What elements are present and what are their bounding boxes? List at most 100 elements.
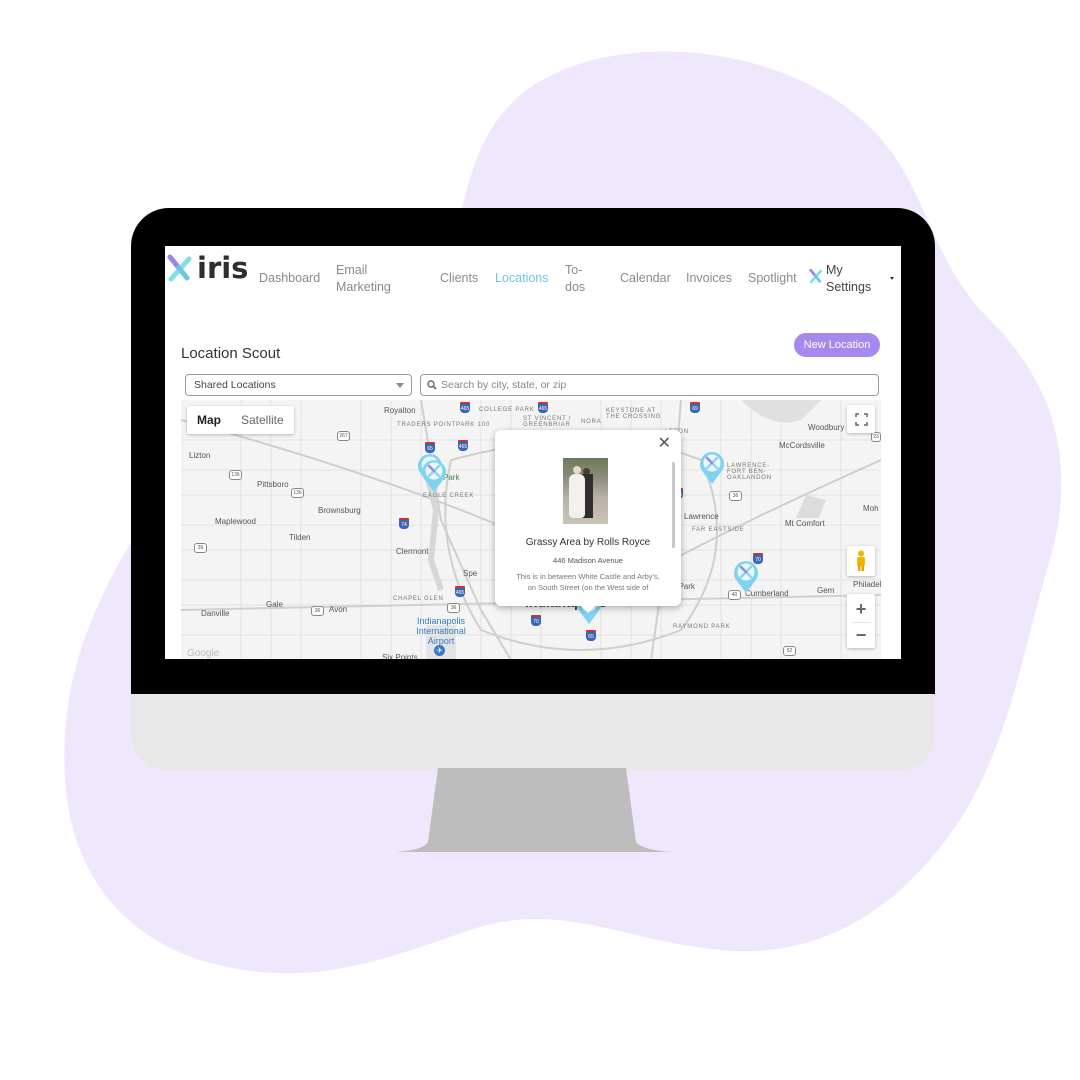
settings-avatar-icon <box>809 268 823 284</box>
map-label-philadelphia: Philadel <box>853 580 881 589</box>
brand-logo[interactable]: iris <box>167 251 248 285</box>
map-label-park-100: PARK 100 <box>456 422 490 428</box>
map-label-royalton: Royalton <box>384 406 416 415</box>
settings-dropdown-caret-icon[interactable] <box>890 277 894 280</box>
interstate-shield: 465 <box>458 440 468 451</box>
location-filter-select[interactable]: Shared Locations <box>185 374 412 396</box>
map-label-brownsburg: Brownsburg <box>318 506 361 515</box>
street-view-pegman[interactable] <box>847 546 875 576</box>
search-placeholder: Search by city, state, or zip <box>441 379 567 391</box>
us-route-shield: 36 <box>729 491 742 501</box>
us-route-shield: 52 <box>783 646 796 656</box>
nav-todos-line1: To- <box>565 263 583 277</box>
map-label-clermont: Clermont <box>396 547 429 556</box>
interstate-shield: 465 <box>538 402 548 413</box>
map-label-lawrence-fort: LAWRENCE-FORT BEN-OAKLANDON <box>727 463 772 481</box>
map-label-lizton: Lizton <box>189 451 211 460</box>
nav-email-marketing-line2: Marketing <box>336 280 391 294</box>
nav-todos[interactable]: To- dos <box>565 262 585 296</box>
location-pin[interactable] <box>697 450 727 486</box>
interstate-shield: 74 <box>399 518 409 529</box>
location-pin[interactable] <box>731 559 761 595</box>
map-label-pittsboro: Pittsboro <box>257 480 289 489</box>
monitor-chin <box>131 694 935 770</box>
map-canvas[interactable]: Royalton COLLEGE PARK TRADERS POINT PARK… <box>181 400 881 659</box>
nav-clients[interactable]: Clients <box>440 270 478 287</box>
pegman-icon <box>857 550 865 571</box>
fullscreen-button[interactable] <box>847 405 875 433</box>
location-address: 446 Madison Avenue <box>553 556 623 565</box>
nav-todos-line2: dos <box>565 280 586 294</box>
map-label-danville: Danville <box>201 609 230 618</box>
state-route-shield: 23 <box>871 432 881 442</box>
map-label-airport: Indianapolis International Airport <box>416 616 466 646</box>
map-label-gem: Gem <box>817 586 835 595</box>
nav-email-marketing-line1: Email <box>336 263 368 277</box>
nav-spotlight[interactable]: Spotlight <box>748 270 797 287</box>
us-route-shield: 136 <box>229 470 242 480</box>
app-screen: iris Dashboard Email Marketing Clients L… <box>165 246 901 659</box>
map-label-mccordsville: McCordsville <box>779 441 825 450</box>
map-label-traders-point: TRADERS POINT <box>397 422 457 428</box>
nav-email-marketing[interactable]: Email Marketing <box>336 262 391 296</box>
monitor-stand <box>396 768 672 852</box>
location-title: Grassy Area by Rolls Royce <box>525 537 651 548</box>
map-label-mt-comfort: Mt Comfort <box>785 519 825 528</box>
nav-dashboard[interactable]: Dashboard <box>259 270 320 287</box>
map-label-far-eastside: FAR EASTSIDE <box>692 527 745 533</box>
map-label-nora: NORA <box>581 419 602 425</box>
nav-my-settings-line1: My <box>826 263 843 277</box>
brand-name: iris <box>197 251 249 285</box>
map-label-woodbury: Woodbury <box>808 423 845 432</box>
nav-calendar[interactable]: Calendar <box>620 270 671 287</box>
map-label-chapel-glen: CHAPEL GLEN <box>393 596 444 602</box>
map-type-satellite-button[interactable]: Satellite <box>231 406 294 434</box>
zoom-controls: + − <box>847 594 875 648</box>
description-line: This is in between White Castle and Arby… <box>516 572 660 581</box>
map-label-st-vincent: ST VINCENT / GREENBRIAR <box>523 416 572 428</box>
nav-my-settings-line2: Settings <box>826 280 872 294</box>
location-info-window: ✕ Grassy Area by Rolls Royce 446 Madison… <box>495 430 681 613</box>
search-icon <box>427 380 437 390</box>
popup-tail <box>581 606 595 613</box>
us-route-shield: 36 <box>447 603 460 613</box>
map-label-keystone: KEYSTONE AT THE CROSSING <box>606 408 662 420</box>
top-nav: iris Dashboard Email Marketing Clients L… <box>165 246 901 306</box>
interstate-shield: 69 <box>690 402 700 413</box>
page-title: Location Scout <box>181 345 281 362</box>
nav-invoices[interactable]: Invoices <box>686 270 732 287</box>
location-photo[interactable] <box>563 458 608 524</box>
us-route-shield: 136 <box>291 488 304 498</box>
zoom-in-button[interactable]: + <box>856 596 867 622</box>
map-label-avon: Avon <box>329 605 348 614</box>
airport-icon: ✈ <box>434 645 445 656</box>
map-label-raymond-park: RAYMOND PARK <box>673 624 731 630</box>
map-label-tilden: Tilden <box>289 533 311 542</box>
fullscreen-icon <box>854 412 868 426</box>
location-filter-value: Shared Locations <box>194 379 276 391</box>
nav-my-settings[interactable]: My Settings <box>826 262 871 296</box>
map-label-mohawk: Moh <box>863 504 879 513</box>
location-search-input[interactable]: Search by city, state, or zip <box>420 374 879 396</box>
state-route-shield: 267 <box>337 431 350 441</box>
map-label-college-park: COLLEGE PARK <box>479 407 535 413</box>
close-icon[interactable]: ✕ <box>658 436 671 452</box>
interstate-shield: 465 <box>460 402 470 413</box>
new-location-button[interactable]: New Location <box>794 333 880 357</box>
map-label-speedway: Spe <box>463 569 478 578</box>
zoom-out-button[interactable]: − <box>856 623 867 647</box>
map-type-toggle: Map Satellite <box>187 406 294 434</box>
nav-locations[interactable]: Locations <box>495 270 549 287</box>
interstate-shield: 465 <box>455 586 465 597</box>
map-label-gale: Gale <box>266 600 283 609</box>
map-label-six-points: Six Points <box>382 653 418 659</box>
chevron-down-icon <box>396 383 404 388</box>
map-type-map-button[interactable]: Map <box>187 406 231 434</box>
description-line: on South Street (on the West side of <box>527 583 649 592</box>
us-route-shield: 36 <box>311 606 324 616</box>
iris-logo-icon <box>167 254 192 282</box>
popup-scrollbar[interactable] <box>672 462 675 548</box>
state-route-shield: 39 <box>194 543 207 553</box>
google-logo[interactable]: Google <box>187 648 219 659</box>
location-pin[interactable] <box>419 458 449 494</box>
